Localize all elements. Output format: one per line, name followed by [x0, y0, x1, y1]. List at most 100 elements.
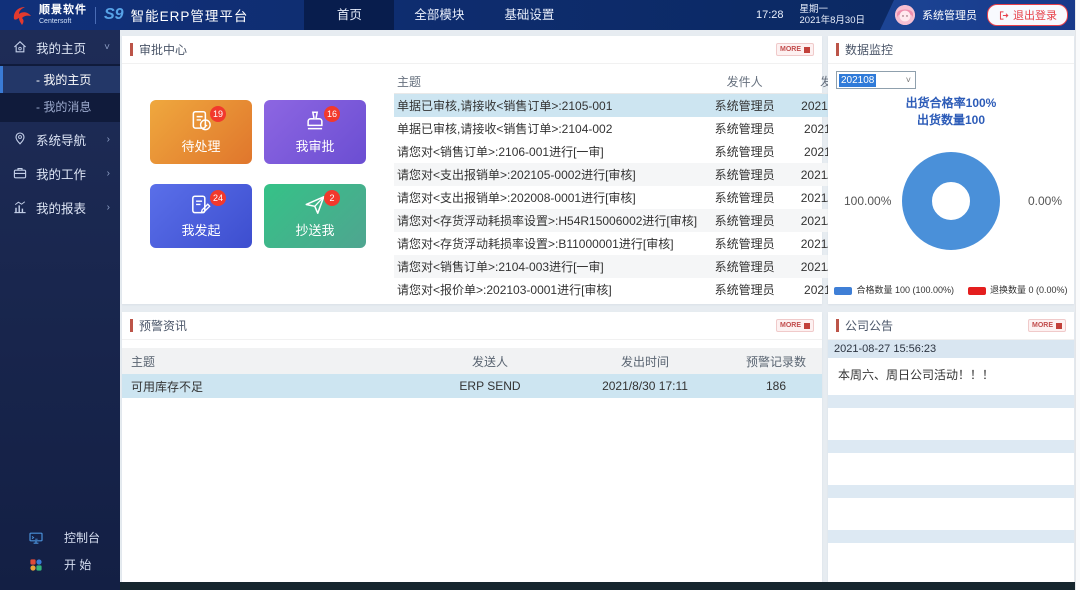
clock-time: 17:28	[756, 9, 784, 21]
nav-tab-base-settings[interactable]: 基础设置	[484, 0, 574, 30]
table-row[interactable]: 请您对<存货浮动耗损率设置>:H54R15006002进行[审核] 系统管理员 …	[394, 209, 896, 232]
sidebar-submenu: - 我的主页 - 我的消息	[0, 64, 120, 122]
sidebar-item-my-home[interactable]: 我的主页 ˅	[0, 30, 120, 64]
announcement-empty-slot	[828, 453, 1074, 485]
panel-marker	[836, 43, 839, 56]
legend-item-return: 退换数量 0 (0.00%)	[968, 283, 1068, 296]
cell-subject: 请您对<支出报销单>:202008-0001进行[审核]	[394, 189, 697, 206]
announcements-panel-title: 公司公告	[845, 317, 893, 334]
shipment-qty-label: 出货数量100	[828, 112, 1074, 129]
table-row[interactable]: 可用库存不足 ERP SEND 2021/8/30 17:11 186	[122, 374, 822, 398]
col-alert-count: 预警记录数	[730, 353, 822, 370]
map-pin-icon	[12, 131, 28, 147]
cell-subject: 请您对<销售订单>:2106-001进行[一审]	[394, 143, 697, 160]
user-avatar[interactable]	[895, 5, 915, 25]
col-sent-time: 发出时间	[560, 353, 730, 370]
table-row[interactable]: 请您对<报价单>:202103-0001进行[审核] 系统管理员 2021/3/…	[394, 278, 896, 301]
approval-center-panel: 审批中心 MORE 待处理 19 我审	[122, 36, 822, 304]
table-row[interactable]: 单据已审核,请接收<销售订单>:2104-002 系统管理员 2021/8/5 …	[394, 117, 896, 140]
table-row[interactable]: 请您对<存货浮动耗损率设置>:B11000001进行[审核] 系统管理员 202…	[394, 232, 896, 255]
chart-legend: 合格数量 100 (100.00%) 退换数量 0 (0.00%)	[828, 283, 1074, 296]
more-icon	[804, 47, 810, 53]
console-button[interactable]: 控制台	[0, 524, 120, 551]
logo-text-cn: 顺景软件	[39, 5, 87, 16]
approval-more-button[interactable]: MORE	[776, 43, 814, 56]
tile-my-approvals[interactable]: 我审批 16	[264, 100, 366, 164]
tile-cc-to-me[interactable]: 抄送我 2	[264, 184, 366, 248]
table-row[interactable]: 请您对<支出报销单>:202105-0002进行[审核] 系统管理员 2021/…	[394, 163, 896, 186]
nav-tab-home[interactable]: 首页	[304, 0, 394, 30]
logout-button[interactable]: 退出登录	[987, 4, 1068, 26]
centersoft-logo-icon	[10, 3, 34, 27]
more-label: MORE	[780, 46, 801, 53]
cell-sender: 系统管理员	[697, 281, 792, 298]
approval-tiles: 待处理 19 我审批 16 我发起 24	[150, 100, 376, 296]
page-scrollbar[interactable]	[1075, 0, 1080, 590]
start-label: 开 始	[64, 556, 91, 573]
table-row[interactable]: 请您对<支出报销单>:202008-0001进行[审核] 系统管理员 2021/…	[394, 186, 896, 209]
table-row[interactable]: 单据已审核,请接收<销售订单>:2105-001 系统管理员 2021/8/14…	[394, 94, 896, 117]
sidebar-item-my-reports[interactable]: 我的报表 ›	[0, 190, 120, 224]
alerts-more-button[interactable]: MORE	[776, 319, 814, 332]
more-label: MORE	[1032, 322, 1053, 329]
announcement-text[interactable]: 本周六、周日公司活动！！！	[828, 358, 1074, 395]
console-icon	[28, 530, 44, 546]
initiated-count-badge: 24	[210, 190, 226, 206]
approval-table-header: 主题 发件人 发出时间	[394, 70, 896, 94]
app-logo: 顺景软件 Centersoft S9 智能ERP管理平台	[0, 3, 248, 27]
table-row[interactable]: 请您对<销售订单>:2104-003进行[一审] 系统管理员 2021/4/23…	[394, 255, 896, 278]
panel-marker	[836, 319, 839, 332]
product-logo-s9: S9	[104, 6, 124, 24]
legend-swatch-red	[968, 287, 986, 295]
cell-subject: 单据已审核,请接收<销售订单>:2104-002	[394, 120, 697, 137]
panel-marker	[130, 319, 133, 332]
donut-left-percent: 100.00%	[844, 194, 891, 208]
chevron-down-icon: ˅	[104, 42, 110, 53]
tile-label: 待处理	[181, 136, 220, 155]
sidebar-item-system-nav[interactable]: 系统导航 ›	[0, 122, 120, 156]
more-icon	[804, 323, 810, 329]
avatar-image	[895, 5, 915, 25]
col-sender: 发件人	[697, 73, 792, 90]
cell-subject: 请您对<支出报销单>:202105-0002进行[审核]	[394, 166, 697, 183]
sidebar-item-my-work[interactable]: 我的工作 ›	[0, 156, 120, 190]
cell-subject: 请您对<存货浮动耗损率设置>:H54R15006002进行[审核]	[394, 212, 697, 229]
shipment-pass-rate-label: 出货合格率100%	[828, 95, 1074, 112]
sidebar-footer: 控制台 开 始	[0, 524, 120, 578]
console-label: 控制台	[64, 529, 100, 546]
alerts-table-header: 主题 发送人 发出时间 预警记录数	[122, 348, 822, 374]
sidebar: 我的主页 ˅ - 我的主页 - 我的消息 系统导航 › 我的工作 ›	[0, 30, 120, 590]
announcements-more-button[interactable]: MORE	[1028, 319, 1066, 332]
cell-sender: 系统管理员	[697, 143, 792, 160]
approval-panel-title: 审批中心	[139, 41, 187, 58]
tile-label: 我审批	[295, 136, 334, 155]
sidebar-subitem-my-home[interactable]: - 我的主页	[0, 66, 120, 93]
cc-count-badge: 2	[324, 190, 340, 206]
chevron-right-icon: ›	[107, 202, 110, 213]
chevron-right-icon: ›	[107, 168, 110, 179]
start-button[interactable]: 开 始	[0, 551, 120, 578]
tile-pending[interactable]: 待处理 19	[150, 100, 252, 164]
sidebar-subitem-text: 我的消息	[43, 98, 91, 115]
period-selected-value: 202108	[839, 74, 876, 87]
top-nav: 首页 全部模块 基础设置	[304, 0, 574, 30]
cell-subject: 请您对<销售订单>:2104-003进行[一审]	[394, 258, 697, 275]
logo-divider	[95, 7, 96, 24]
col-subject: 主题	[394, 73, 697, 90]
donut-chart: 100.00% 0.00%	[828, 137, 1074, 265]
tile-initiated-by-me[interactable]: 我发起 24	[150, 184, 252, 248]
nav-tab-all-modules[interactable]: 全部模块	[394, 0, 484, 30]
panel-marker	[130, 43, 133, 56]
legend-swatch-blue	[834, 287, 852, 295]
cell-sender: 系统管理员	[697, 189, 792, 206]
bar-chart-icon	[12, 199, 28, 215]
sidebar-subitem-my-messages[interactable]: - 我的消息	[0, 93, 120, 120]
cell-sender: 系统管理员	[697, 97, 792, 114]
more-label: MORE	[780, 322, 801, 329]
cell-sender: 系统管理员	[697, 212, 792, 229]
announcement-empty-slot	[828, 395, 1074, 408]
alerts-panel-title: 预警资讯	[139, 317, 187, 334]
period-select[interactable]: 202108 ˅	[836, 71, 916, 89]
chevron-right-icon: ›	[107, 134, 110, 145]
table-row[interactable]: 请您对<销售订单>:2106-001进行[一审] 系统管理员 2021/6/5 …	[394, 140, 896, 163]
